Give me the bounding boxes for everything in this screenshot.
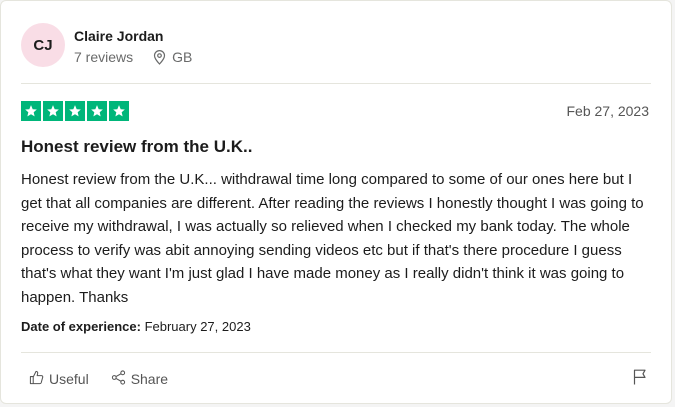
reviewer-meta: 7 reviews GB xyxy=(74,49,192,65)
star-icon xyxy=(21,101,41,121)
experience-date: February 27, 2023 xyxy=(144,319,251,334)
location-pin-icon xyxy=(153,49,166,65)
review-title[interactable]: Honest review from the U.K.. xyxy=(21,137,252,157)
review-body: Honest review from the U.K... withdrawal… xyxy=(21,171,644,306)
review-card: CJ Claire Jordan 7 reviews GB Feb 27, 20… xyxy=(0,0,672,404)
flag-icon[interactable] xyxy=(633,369,647,390)
useful-button[interactable]: Useful xyxy=(29,370,89,388)
share-label: Share xyxy=(130,371,169,387)
review-date: Feb 27, 2023 xyxy=(566,103,649,119)
useful-label: Useful xyxy=(49,371,89,387)
date-of-experience: Date of experience: February 27, 2023 xyxy=(21,319,251,334)
divider xyxy=(21,352,651,353)
reviewer-country: GB xyxy=(172,49,193,65)
review-actions: Useful Share xyxy=(29,370,190,388)
avatar-initials: CJ xyxy=(33,36,53,54)
star-rating xyxy=(21,101,129,121)
experience-label: Date of experience: xyxy=(21,319,141,334)
review-count: 7 reviews xyxy=(74,49,134,65)
star-icon xyxy=(109,101,129,121)
share-button[interactable]: Share xyxy=(111,370,168,388)
star-icon xyxy=(65,101,85,121)
star-icon xyxy=(87,101,107,121)
thumbs-up-icon xyxy=(29,370,44,388)
divider xyxy=(21,83,651,84)
share-icon xyxy=(111,370,126,388)
star-icon xyxy=(43,101,63,121)
avatar[interactable]: CJ xyxy=(21,23,65,67)
reviewer-name[interactable]: Claire Jordan xyxy=(74,28,163,44)
reviewer-header: CJ Claire Jordan 7 reviews GB xyxy=(21,23,653,73)
